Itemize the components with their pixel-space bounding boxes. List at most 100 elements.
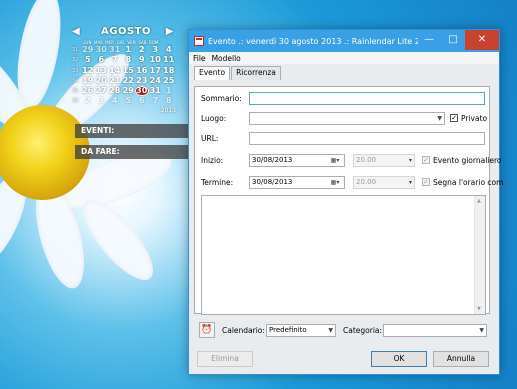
- todo-section[interactable]: DA FARE:: [75, 145, 189, 159]
- calendar-day[interactable]: 4: [108, 96, 122, 106]
- elimina-button[interactable]: Elimina: [197, 351, 253, 367]
- calendar-day[interactable]: 23: [135, 76, 149, 86]
- calendar-day[interactable]: 9: [135, 55, 149, 65]
- week-number: 32: [72, 57, 79, 64]
- categoria-label: Categoria:: [343, 326, 383, 335]
- termine-date: 30/08/2013: [252, 178, 293, 186]
- chevron-down-icon: ▼: [437, 115, 442, 122]
- calendar-day[interactable]: 31: [149, 86, 163, 96]
- tab-evento[interactable]: Evento: [194, 66, 231, 80]
- calendar-day[interactable]: 8: [122, 55, 136, 65]
- calendar-day-today[interactable]: 30: [135, 86, 149, 97]
- calendar-year: 2013: [160, 106, 176, 114]
- evento-giornaliero-label: Evento giornaliero: [433, 156, 502, 165]
- inizio-date: 30/08/2013: [252, 156, 293, 164]
- calendar-day[interactable]: 7: [108, 55, 122, 65]
- annulla-button[interactable]: Annulla: [433, 351, 489, 367]
- calendar-day[interactable]: 22: [122, 76, 136, 86]
- url-input[interactable]: [249, 132, 485, 145]
- calendar-day[interactable]: 7: [149, 96, 163, 106]
- calendar-day[interactable]: 5: [122, 96, 136, 106]
- inizio-time-field: 20.00 ▾: [353, 154, 415, 167]
- calendar-day[interactable]: 27: [95, 86, 109, 96]
- calendar-day[interactable]: 4: [162, 45, 176, 55]
- calendar-dropdown-icon[interactable]: ▦▾: [327, 178, 343, 187]
- inizio-date-picker[interactable]: 30/08/2013 ▦▾: [249, 154, 345, 167]
- scroll-up-icon[interactable]: ▲: [477, 198, 481, 204]
- calendar-day[interactable]: 6: [135, 96, 149, 106]
- calendar-week-row: 32 5 6 7 8 9 10 11: [72, 55, 180, 65]
- termine-label: Termine:: [201, 178, 234, 187]
- termine-time-field: 20.00 ▾: [353, 176, 415, 189]
- notes-textarea[interactable]: ▲ ▼: [201, 195, 486, 315]
- window-title: Evento .: venerdì 30 agosto 2013 .: Rain…: [208, 36, 418, 46]
- menu-file[interactable]: File: [193, 54, 206, 63]
- calendar-day[interactable]: 13: [95, 66, 109, 76]
- calendar-day[interactable]: 3: [95, 96, 109, 106]
- minimize-button[interactable]: —: [417, 30, 441, 50]
- calendar-day[interactable]: 12: [81, 66, 95, 76]
- calendar-day[interactable]: 30: [95, 45, 109, 55]
- calendar-day[interactable]: 17: [149, 66, 163, 76]
- chevron-down-icon: ▼: [328, 327, 333, 334]
- calendar-day[interactable]: 25: [162, 76, 176, 86]
- calendar-day[interactable]: 2: [135, 45, 149, 55]
- calendar-widget: ◀ AGOSTO ▶ LUN MAR MER GIO VEN SAB DOM 3…: [72, 26, 180, 114]
- week-number: 34: [72, 77, 79, 84]
- calendar-day[interactable]: 15: [122, 66, 136, 76]
- ok-button[interactable]: OK: [371, 351, 427, 367]
- previous-month-arrow-icon[interactable]: ◀: [72, 26, 80, 37]
- calendar-day[interactable]: 18: [162, 66, 176, 76]
- calendar-day[interactable]: 16: [135, 66, 149, 76]
- calendar-week-row: 36 2 3 4 5 6 7 8: [72, 96, 180, 106]
- categoria-select[interactable]: ▼: [383, 324, 487, 337]
- calendar-day[interactable]: 2: [81, 96, 95, 106]
- inizio-time: 20.00: [356, 156, 377, 164]
- title-bar[interactable]: Evento .: venerdì 30 agosto 2013 .: Rain…: [189, 30, 499, 52]
- calendar-day[interactable]: 28: [108, 86, 122, 96]
- calendar-day[interactable]: 1: [162, 86, 176, 96]
- scroll-down-icon[interactable]: ▼: [477, 306, 481, 312]
- termine-time: 20.00: [356, 178, 377, 186]
- calendario-select[interactable]: Predefinito ▼: [266, 324, 336, 337]
- calendar-week-row: 34 19 20 21 22 23 24 25: [72, 76, 180, 86]
- calendar-day[interactable]: 11: [162, 55, 176, 65]
- calendar-day[interactable]: 20: [95, 76, 109, 86]
- calendar-day[interactable]: 26: [81, 86, 95, 96]
- privato-checkbox[interactable]: ✓: [450, 114, 458, 122]
- notes-scrollbar[interactable]: ▲ ▼: [474, 196, 485, 314]
- segna-orario-checkbox[interactable]: ✓: [422, 178, 430, 186]
- calendar-dropdown-icon[interactable]: ▦▾: [327, 156, 343, 165]
- segna-orario-label: Segna l'orario com: [433, 178, 504, 187]
- calendar-day[interactable]: 5: [81, 55, 95, 65]
- menu-modello[interactable]: Modello: [212, 54, 241, 63]
- calendar-day[interactable]: 10: [149, 55, 163, 65]
- calendar-day[interactable]: 14: [108, 66, 122, 76]
- calendar-day[interactable]: 1: [122, 45, 136, 55]
- maximize-button[interactable]: □: [441, 30, 465, 50]
- close-button[interactable]: ✕: [465, 30, 499, 50]
- calendar-week-row: 31 29 30 31 1 2 3 4: [72, 45, 180, 55]
- calendar-day[interactable]: 6: [95, 55, 109, 65]
- evento-giornaliero-checkbox[interactable]: ✓: [422, 156, 430, 164]
- tab-ricorrenza[interactable]: Ricorrenza: [231, 66, 281, 80]
- sommario-input[interactable]: [249, 92, 485, 105]
- week-number: 36: [72, 98, 79, 105]
- events-section[interactable]: EVENTI:: [75, 124, 189, 138]
- calendar-day[interactable]: 21: [108, 76, 122, 86]
- calendar-day[interactable]: 29: [81, 45, 95, 55]
- calendar-day[interactable]: 31: [108, 45, 122, 55]
- calendar-day[interactable]: 8: [162, 96, 176, 106]
- tab-strip: Evento Ricorrenza: [194, 66, 499, 80]
- next-month-arrow-icon[interactable]: ▶: [166, 26, 174, 37]
- alarm-clock-icon[interactable]: ⏰: [199, 322, 215, 338]
- flower-petal: [72, 190, 164, 290]
- calendar-day[interactable]: 24: [149, 76, 163, 86]
- calendar-day[interactable]: 19: [81, 76, 95, 86]
- calendar-app-icon: [194, 36, 204, 46]
- chevron-down-icon: ▼: [479, 327, 484, 334]
- termine-date-picker[interactable]: 30/08/2013 ▦▾: [249, 176, 345, 189]
- calendar-day[interactable]: 3: [149, 45, 163, 55]
- luogo-select[interactable]: ▼: [249, 112, 445, 125]
- calendar-day[interactable]: 29: [122, 86, 136, 96]
